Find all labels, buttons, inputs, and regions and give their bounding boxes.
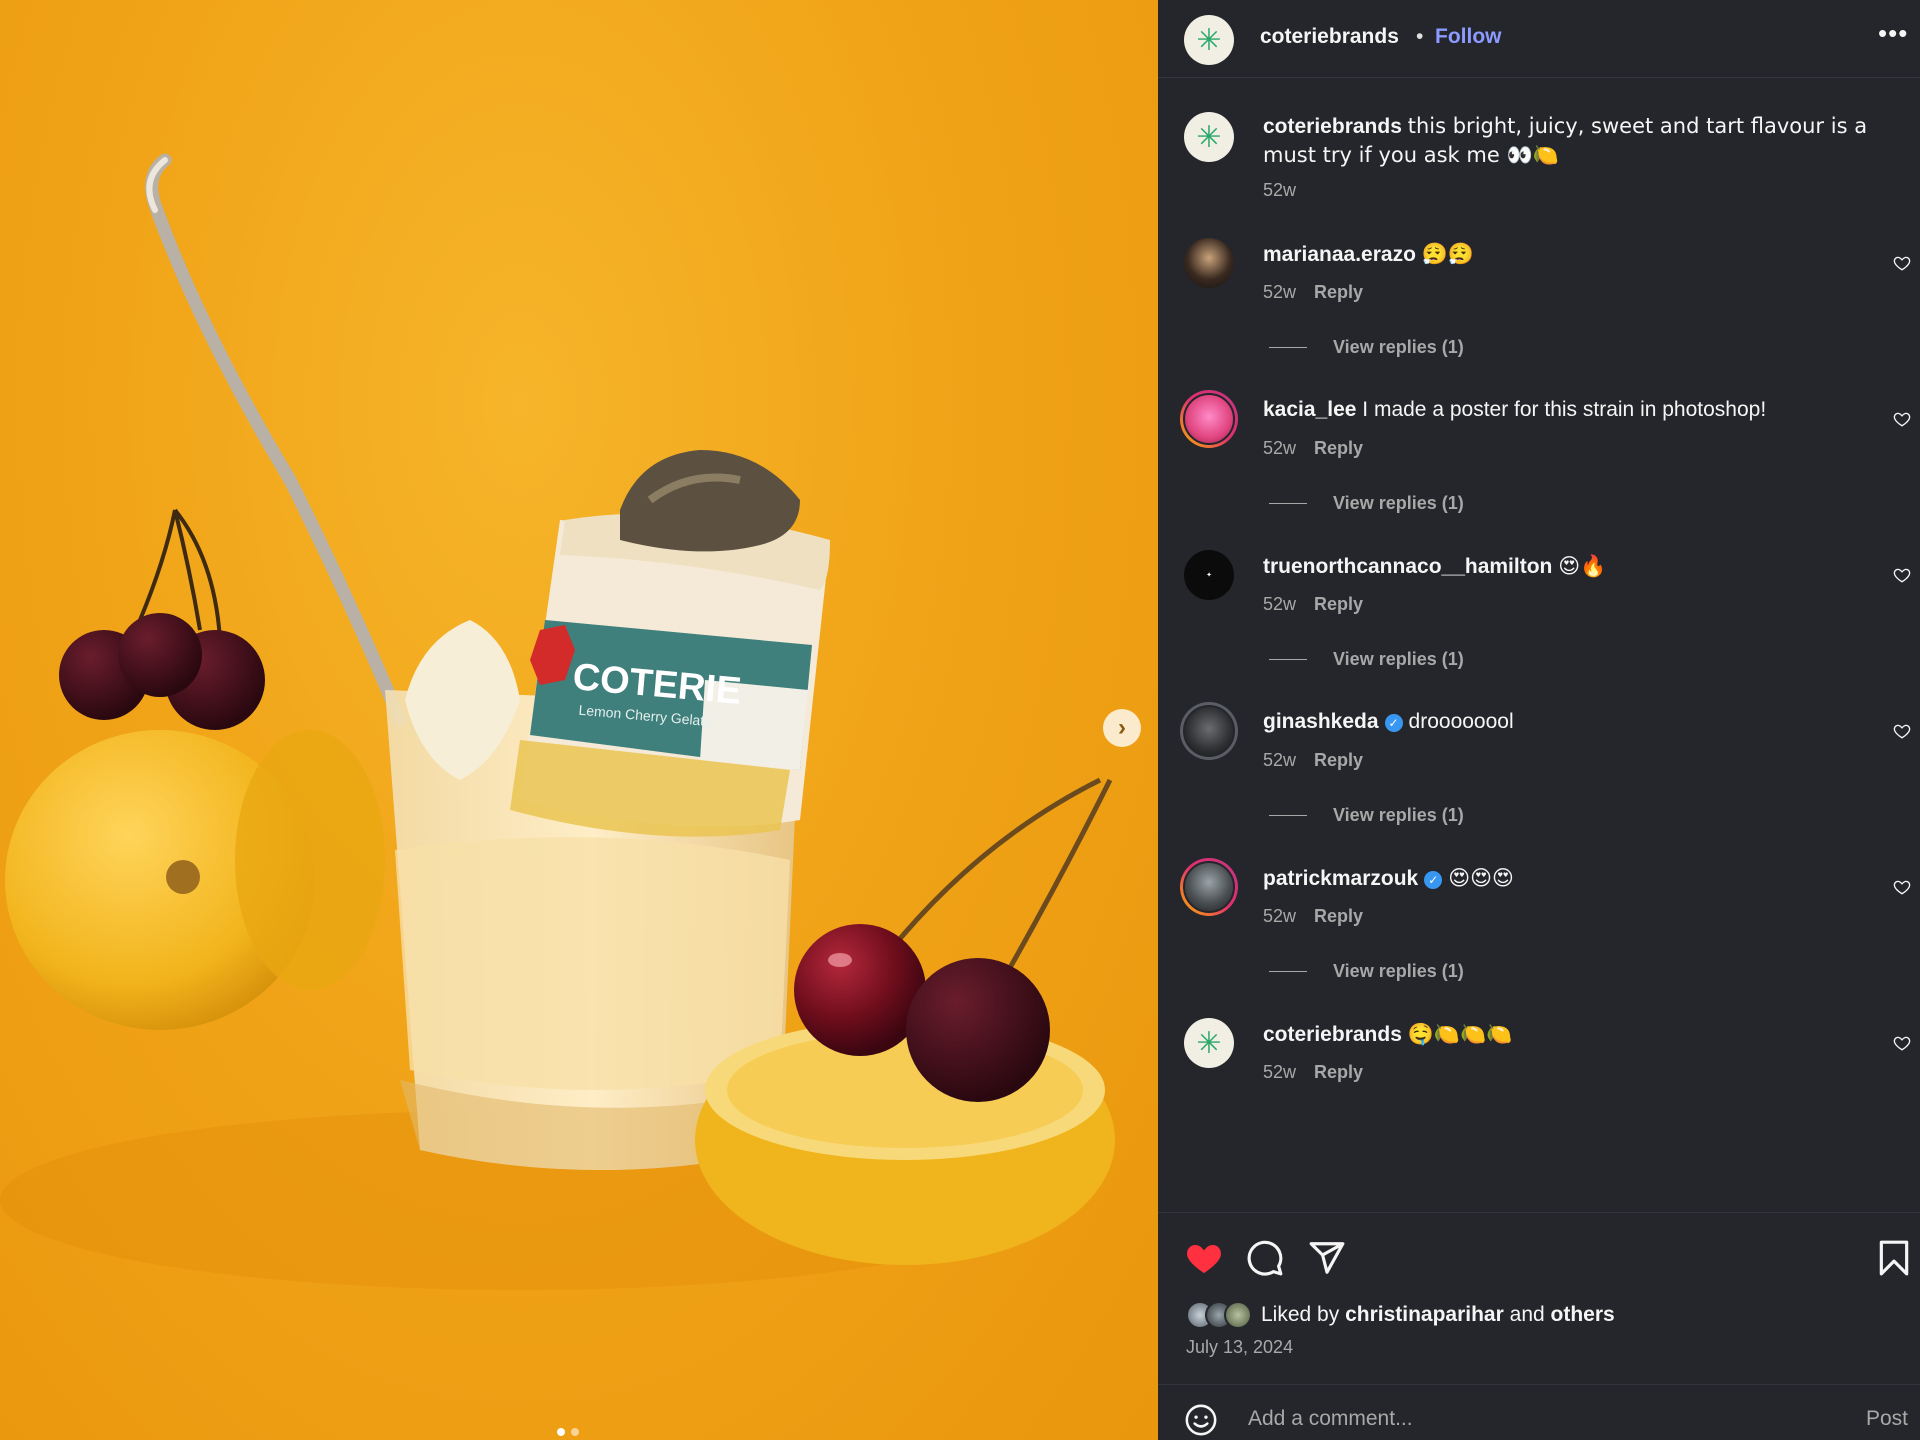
commenter-avatar[interactable] [1184,238,1234,288]
post-comment-button[interactable]: Post [1866,1407,1908,1431]
cherry-front-2 [906,958,1050,1102]
view-replies-button[interactable]: View replies (1) [1269,493,1464,514]
reply-line [1269,347,1307,348]
comment-body: 🤤🍋🍋🍋 [1407,1022,1513,1046]
view-replies-button[interactable]: View replies (1) [1269,805,1464,826]
reply-button[interactable]: Reply [1314,438,1363,458]
view-replies-label: View replies (1) [1333,961,1464,981]
comment-time: 52w [1263,750,1297,770]
view-replies-button[interactable]: View replies (1) [1269,961,1464,982]
comment-time: 52w [1263,438,1297,458]
reply-button[interactable]: Reply [1314,594,1363,614]
commenter-avatar[interactable]: ✳ [1184,1018,1234,1068]
like-comment-heart-icon[interactable] [1893,878,1911,896]
liked-by-user[interactable]: christinaparihar [1345,1303,1504,1327]
carousel-dots [557,1428,579,1436]
view-replies-button[interactable]: View replies (1) [1269,337,1464,358]
comment-time: 52w [1263,1062,1297,1082]
heart-icon[interactable] [1184,1239,1224,1277]
liker-avatars [1186,1301,1252,1329]
comment-username[interactable]: truenorthcannaco__hamilton [1263,555,1552,578]
comment-body: 😍🔥 [1558,554,1607,578]
verified-badge-icon: ✓ [1384,714,1403,732]
true-north-logo-icon: ✦ [1206,572,1212,579]
like-comment-heart-icon[interactable] [1893,1034,1911,1052]
likes-summary: Liked by christinaparihar and others [1186,1301,1615,1329]
author-avatar[interactable]: ✳ [1184,15,1234,65]
reply-button[interactable]: Reply [1314,1062,1363,1082]
liked-by-others[interactable]: others [1551,1303,1615,1327]
comment-body: I made a poster for this strain in photo… [1362,398,1767,421]
next-image-button[interactable]: › [1103,709,1141,747]
liker-avatar[interactable] [1224,1301,1252,1329]
liked-by-prefix: Liked by [1261,1303,1340,1326]
comment-username[interactable]: kacia_lee [1263,398,1356,421]
emoji-icon[interactable] [1184,1403,1218,1437]
cherry-front-1 [794,924,926,1056]
author-username[interactable]: coteriebrands [1260,25,1399,49]
post-header: ✳ coteriebrands • Follow ••• [1158,0,1920,78]
comment-username[interactable]: marianaa.erazo [1263,243,1416,266]
comment-body: 😍😍😍 [1448,866,1514,890]
comment-body: 😮‍💨😮‍💨 [1421,242,1475,266]
view-replies-label: View replies (1) [1333,649,1464,669]
comment-username[interactable]: ginashkeda [1263,710,1379,733]
comment-composer: Post [1158,1384,1920,1440]
reply-line [1269,503,1307,504]
view-replies-label: View replies (1) [1333,493,1464,513]
reply-button[interactable]: Reply [1314,750,1363,770]
comment-body: droooooool [1408,710,1514,733]
post-side-panel: ✳ coteriebrands • Follow ••• ✳ coteriebr… [1158,0,1920,1440]
caption-username[interactable]: coteriebrands [1263,115,1402,138]
carousel-dot-1 [557,1428,565,1436]
like-comment-heart-icon[interactable] [1893,722,1911,740]
comment-time: 52w [1263,282,1297,302]
caption-avatar[interactable]: ✳ [1184,112,1234,162]
coterie-logo-icon: ✳ [1196,120,1222,154]
coterie-logo-icon: ✳ [1196,23,1222,57]
comment-username[interactable]: coteriebrands [1263,1023,1402,1046]
comment-time: 52w [1263,906,1297,926]
carousel-dot-2 [571,1428,579,1436]
reply-line [1269,659,1307,660]
like-comment-heart-icon[interactable] [1893,254,1911,272]
reply-button[interactable]: Reply [1314,906,1363,926]
post-date[interactable]: July 13, 2024 [1186,1337,1293,1358]
view-replies-label: View replies (1) [1333,805,1464,825]
like-comment-heart-icon[interactable] [1893,566,1911,584]
commenter-avatar-story[interactable] [1180,702,1238,760]
commenter-avatar[interactable]: ✦ [1184,550,1234,600]
more-icon[interactable]: ••• [1878,18,1908,49]
verified-badge-icon: ✓ [1424,871,1443,889]
reply-line [1269,815,1307,816]
follow-button[interactable]: Follow [1435,25,1502,49]
commenter-avatar-story[interactable] [1180,858,1238,916]
liked-by-conjunction: and [1509,1303,1545,1326]
share-icon[interactable] [1308,1239,1346,1277]
product-photo: COTERIE Lemon Cherry Gelato [0,153,1115,1290]
reply-button[interactable]: Reply [1314,282,1363,302]
coterie-logo-icon: ✳ [1196,1026,1222,1060]
reply-line [1269,971,1307,972]
caption-time: 52w [1263,180,1297,200]
bookmark-icon[interactable] [1878,1239,1910,1277]
post-media[interactable]: COTERIE Lemon Cherry Gelato › [0,0,1158,1440]
comment-time: 52w [1263,594,1297,614]
view-replies-label: View replies (1) [1333,337,1464,357]
chevron-right-icon: › [1118,714,1126,741]
commenter-avatar-story[interactable] [1180,390,1238,448]
comment-input[interactable] [1248,1407,1788,1431]
comment-username[interactable]: patrickmarzouk [1263,867,1418,890]
comment-icon[interactable] [1246,1239,1284,1277]
caption-text: coteriebrands this bright, juicy, sweet … [1263,112,1883,170]
separator-dot: • [1416,25,1424,48]
action-bar: Liked by christinaparihar and others Jul… [1158,1212,1920,1402]
like-comment-heart-icon[interactable] [1893,410,1911,428]
view-replies-button[interactable]: View replies (1) [1269,649,1464,670]
